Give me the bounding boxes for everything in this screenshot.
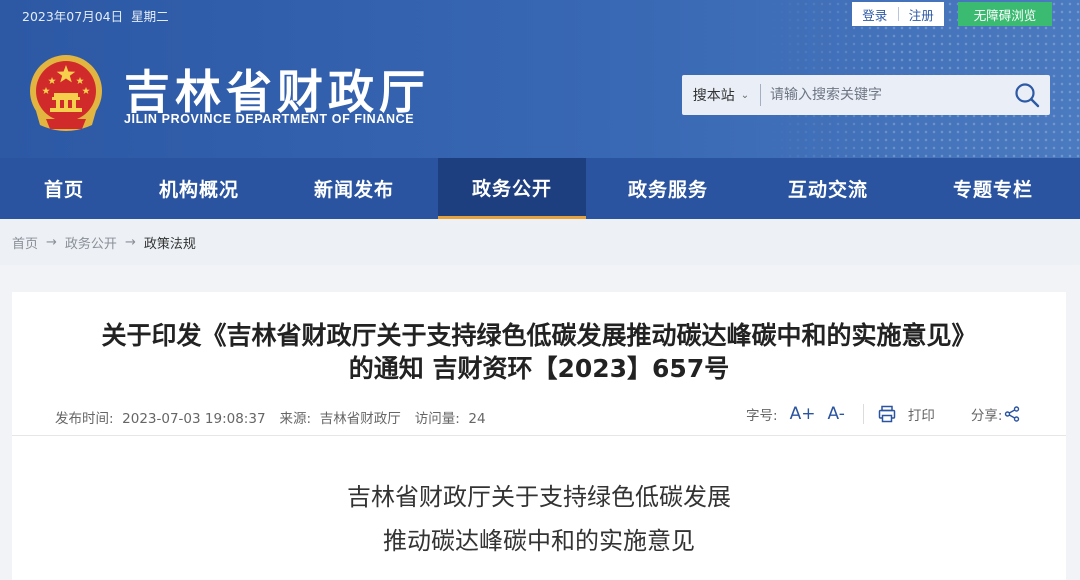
nav-item-about[interactable]: 机构概况 [128, 158, 270, 219]
article-tools: 字号: A+ A- 打印 分享: [746, 404, 1020, 424]
register-link[interactable]: 注册 [899, 5, 945, 24]
current-date: 2023年07月04日 星期二 [22, 9, 169, 24]
search-box: 搜本站 ⌄ [682, 75, 1050, 115]
view-count: 访问量: 24 [414, 411, 486, 427]
nav-item-services[interactable]: 政务服务 [586, 158, 750, 219]
national-emblem-icon [30, 55, 102, 131]
font-increase-button[interactable]: A+ [790, 404, 816, 424]
article-body-title: 吉林省财政厅关于支持绿色低碳发展 推动碳达峰碳中和的实施意见 [347, 483, 731, 555]
breadcrumb-home[interactable]: 首页 [12, 233, 38, 252]
site-header: 2023年07月04日 星期二 登录 注册 无障碍浏览 吉林省财政厅 JILIN… [0, 0, 1080, 158]
main-nav: 首页 机构概况 新闻发布 政务公开 政务服务 互动交流 专题专栏 [0, 158, 1080, 219]
font-size-label: 字号: [746, 408, 778, 424]
share-label: 分享: [970, 408, 1003, 424]
tools-divider [862, 404, 864, 424]
printer-icon [878, 405, 896, 423]
breadcrumb-gov-affairs[interactable]: 政务公开 [65, 233, 117, 252]
nav-item-interaction[interactable]: 互动交流 [750, 158, 906, 219]
arrow-right-icon: → [124, 234, 136, 250]
search-input[interactable] [761, 75, 1004, 115]
account-links: 登录 注册 [852, 2, 944, 26]
nav-item-home[interactable]: 首页 [0, 158, 128, 219]
article-meta: 发布时间: 2023-07-03 19:08:37 来源: 吉林省财政厅 访问量… [55, 407, 486, 427]
search-icon [1015, 83, 1040, 108]
search-scope-select[interactable]: 搜本站 ⌄ [682, 75, 760, 115]
article-card: 关于印发《吉林省财政厅关于支持绿色低碳发展推动碳达峰碳中和的实施意见》 的通知 … [12, 292, 1066, 580]
login-link[interactable]: 登录 [852, 5, 898, 24]
meta-divider [12, 435, 1066, 436]
publish-time: 发布时间: 2023-07-03 19:08:37 [55, 411, 266, 427]
font-decrease-button[interactable]: A- [827, 404, 844, 424]
article-title: 关于印发《吉林省财政厅关于支持绿色低碳发展推动碳达峰碳中和的实施意见》 的通知 … [101, 321, 977, 383]
breadcrumb: 首页 → 政务公开 → 政策法规 [0, 219, 1080, 265]
search-button[interactable] [1004, 75, 1050, 115]
breadcrumb-policy[interactable]: 政策法规 [144, 233, 196, 252]
article-source: 来源: 吉林省财政厅 [279, 411, 401, 427]
accessible-browse-button[interactable]: 无障碍浏览 [958, 2, 1052, 26]
print-button[interactable]: 打印 [878, 404, 935, 424]
nav-item-gov-affairs[interactable]: 政务公开 [438, 158, 586, 219]
nav-item-news[interactable]: 新闻发布 [270, 158, 438, 219]
share-icon[interactable] [1004, 406, 1020, 422]
site-subtitle: JILIN PROVINCE DEPARTMENT OF FINANCE [124, 112, 415, 126]
chevron-down-icon: ⌄ [740, 89, 750, 101]
nav-item-special[interactable]: 专题专栏 [906, 158, 1080, 219]
arrow-right-icon: → [46, 234, 57, 250]
search-scope-label: 搜本站 [692, 88, 735, 104]
